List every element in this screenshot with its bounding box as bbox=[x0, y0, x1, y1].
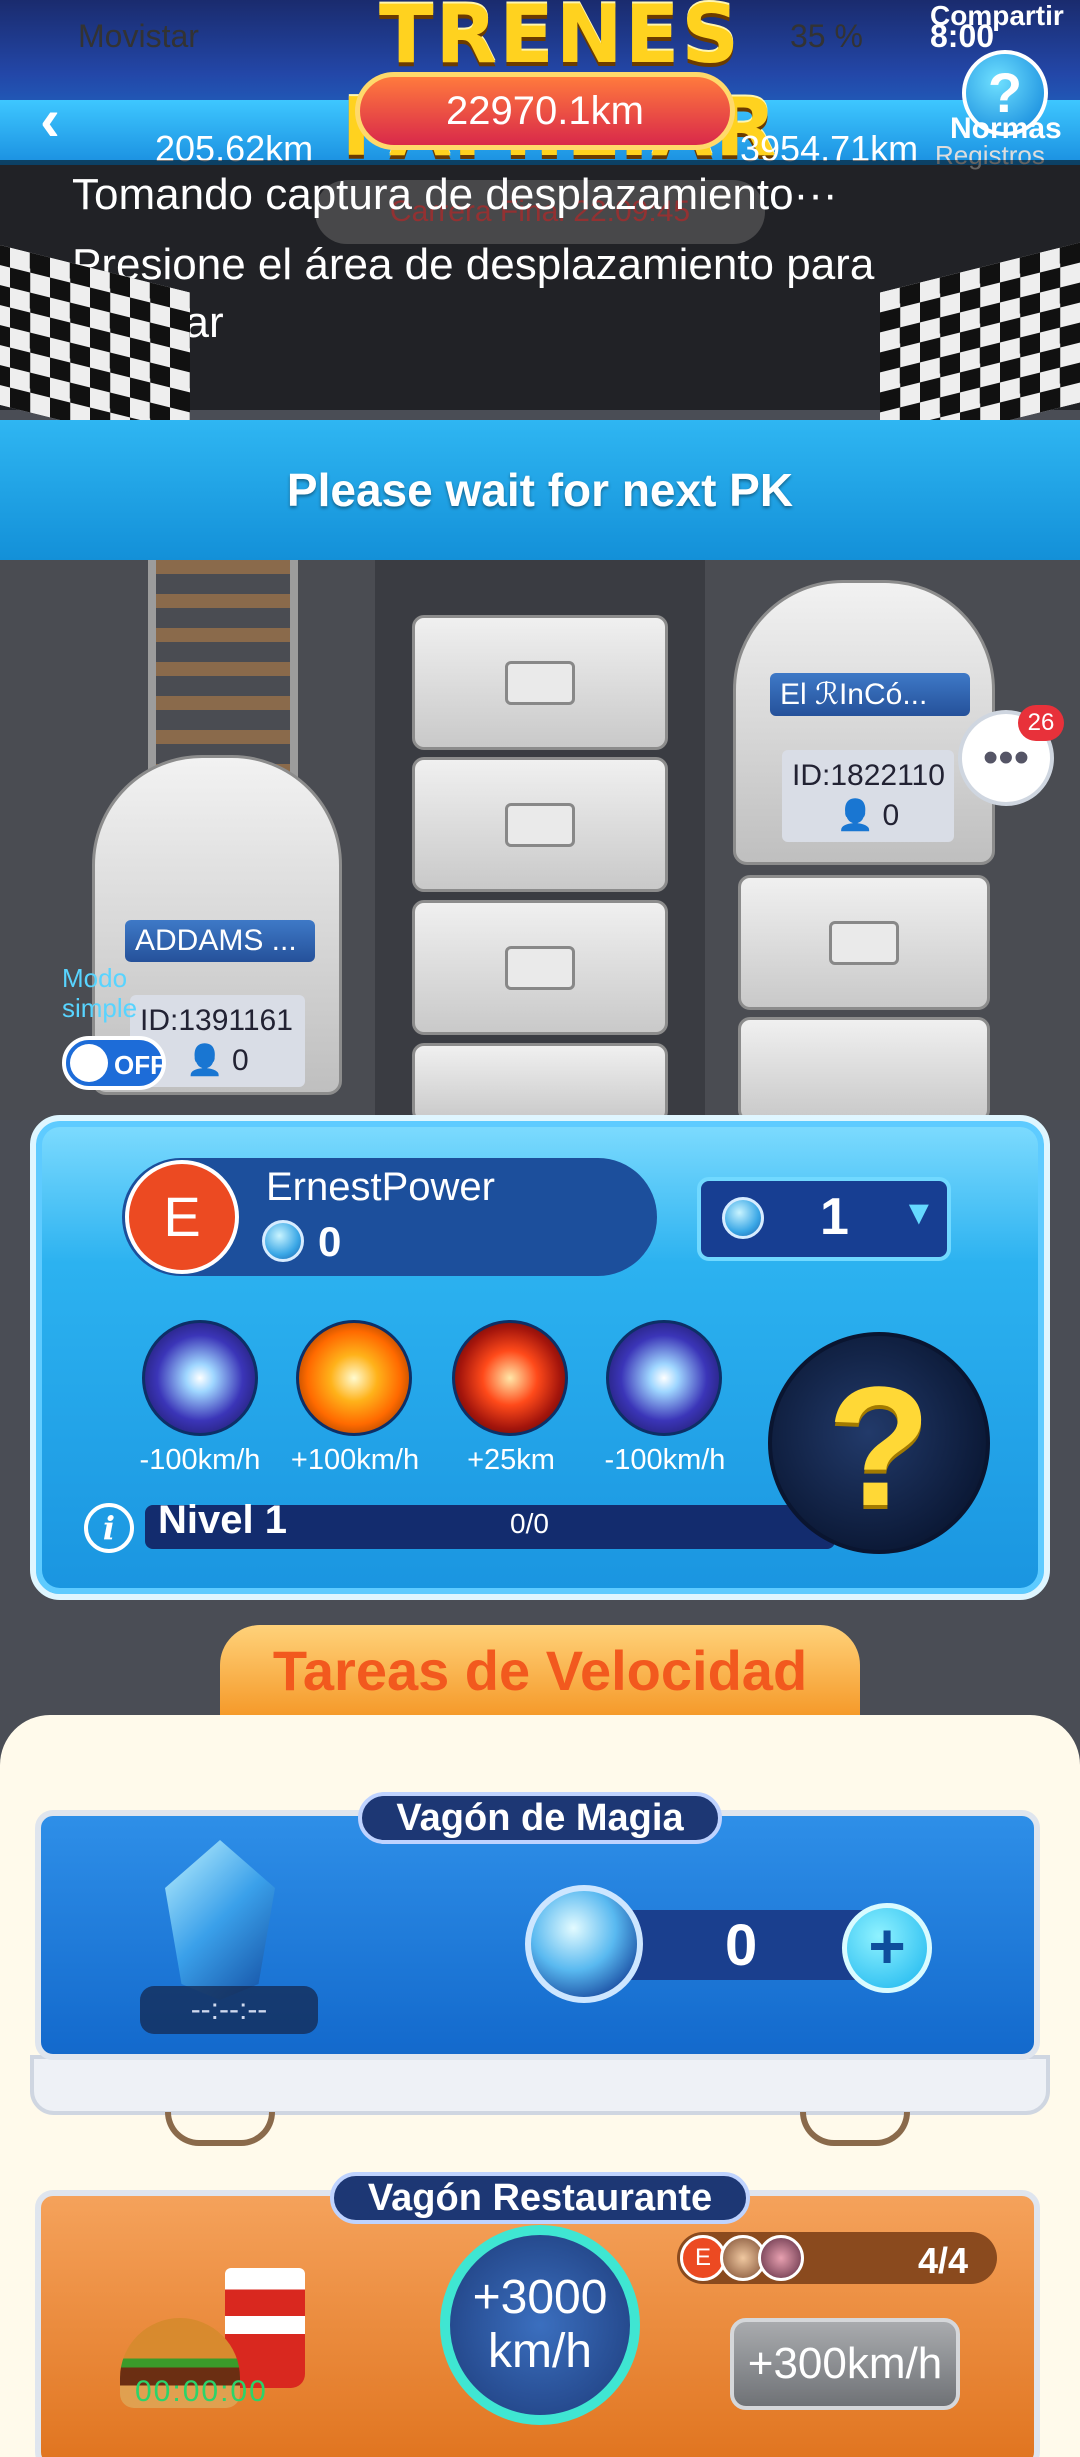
player-gem-count: 0 bbox=[318, 1218, 342, 1265]
wagon-wheel bbox=[165, 2112, 275, 2146]
add-gem-button[interactable]: + bbox=[842, 1903, 932, 1993]
avatar bbox=[758, 2235, 804, 2281]
tasks-title: Tareas de Velocidad bbox=[272, 1639, 808, 1702]
skill-label: +25km bbox=[467, 1444, 555, 1476]
capture-status-text: Tomando captura de desplazamiento··· bbox=[72, 170, 838, 219]
train-rider-count: 0 bbox=[232, 1044, 249, 1077]
wagon-base bbox=[30, 2055, 1050, 2115]
gem-icon bbox=[262, 1220, 304, 1272]
chat-unread-badge: 26 bbox=[1018, 705, 1064, 741]
info-icon[interactable]: i bbox=[84, 1503, 134, 1553]
gem-icon bbox=[722, 1197, 764, 1244]
skill-label: -100km/h bbox=[604, 1444, 726, 1476]
train-car bbox=[412, 615, 668, 750]
pk-status-banner: Please wait for next PK bbox=[0, 420, 1080, 560]
user-icon: 👤 bbox=[836, 799, 875, 832]
magic-wagon-title: Vagón de Magia bbox=[358, 1792, 722, 1844]
train-id: ID:1822110 bbox=[792, 759, 945, 792]
train-name-plate: El ℛInCó... bbox=[770, 673, 970, 716]
boost-unit: km/h bbox=[487, 2325, 592, 2378]
train-car bbox=[412, 757, 668, 892]
chevron-down-icon[interactable]: ▼ bbox=[902, 1194, 936, 1233]
simple-mode-label: Modo simple bbox=[62, 963, 138, 1023]
share-button[interactable]: Compartir bbox=[930, 0, 1064, 32]
train-name-plate: ADDAMS ... bbox=[125, 920, 315, 962]
total-distance: 22970.1km bbox=[355, 72, 735, 150]
back-arrow-icon[interactable]: ‹ bbox=[40, 90, 100, 160]
slow-down-skill-icon[interactable] bbox=[142, 1320, 258, 1436]
restaurant-boost-button[interactable]: +300km/h bbox=[730, 2318, 960, 2410]
boost-value: +3000 bbox=[472, 2271, 608, 2324]
distance-boost-skill-icon[interactable] bbox=[452, 1320, 568, 1436]
gem-icon bbox=[525, 1885, 643, 2003]
skill-label: +100km/h bbox=[290, 1444, 420, 1476]
train-car bbox=[738, 875, 990, 1010]
train-car bbox=[412, 1043, 668, 1123]
avatar[interactable]: E bbox=[125, 1160, 239, 1274]
train-car bbox=[412, 900, 668, 1035]
mystery-box-button[interactable]: ? bbox=[768, 1332, 990, 1554]
train-id-plate: ID:1822110 👤 0 bbox=[782, 750, 954, 842]
capture-hint-text: Presione el área de desplazamiento para … bbox=[72, 240, 875, 347]
player-name: ErnestPower bbox=[266, 1165, 495, 1209]
speed-up-skill-icon[interactable] bbox=[296, 1320, 412, 1436]
restaurant-wagon-timer: 00:00:00 bbox=[135, 2375, 268, 2408]
restaurant-wagon-title: Vagón Restaurante bbox=[330, 2172, 750, 2224]
toggle-state: OFF bbox=[114, 1050, 166, 1080]
wagon-wheel bbox=[800, 2112, 910, 2146]
restaurant-boost-badge[interactable]: +3000 km/h bbox=[440, 2225, 640, 2425]
train-rider-count: 0 bbox=[882, 799, 900, 832]
magic-gem-count: 0 bbox=[725, 1913, 758, 1978]
gem-quantity-value: 1 bbox=[820, 1188, 849, 1246]
slow-down-skill-icon[interactable] bbox=[606, 1320, 722, 1436]
skill-label: -100km/h bbox=[139, 1444, 261, 1476]
simple-mode-toggle[interactable]: OFF bbox=[62, 1036, 166, 1090]
user-icon: 👤 bbox=[186, 1044, 224, 1077]
team-count: 4/4 bbox=[918, 2240, 969, 2281]
magic-wagon-timer: --:--:-- bbox=[140, 1986, 318, 2034]
level-label: Nivel 1 bbox=[158, 1498, 287, 1542]
train-car bbox=[738, 1017, 990, 1122]
level-progress-text: 0/0 bbox=[510, 1508, 549, 1539]
